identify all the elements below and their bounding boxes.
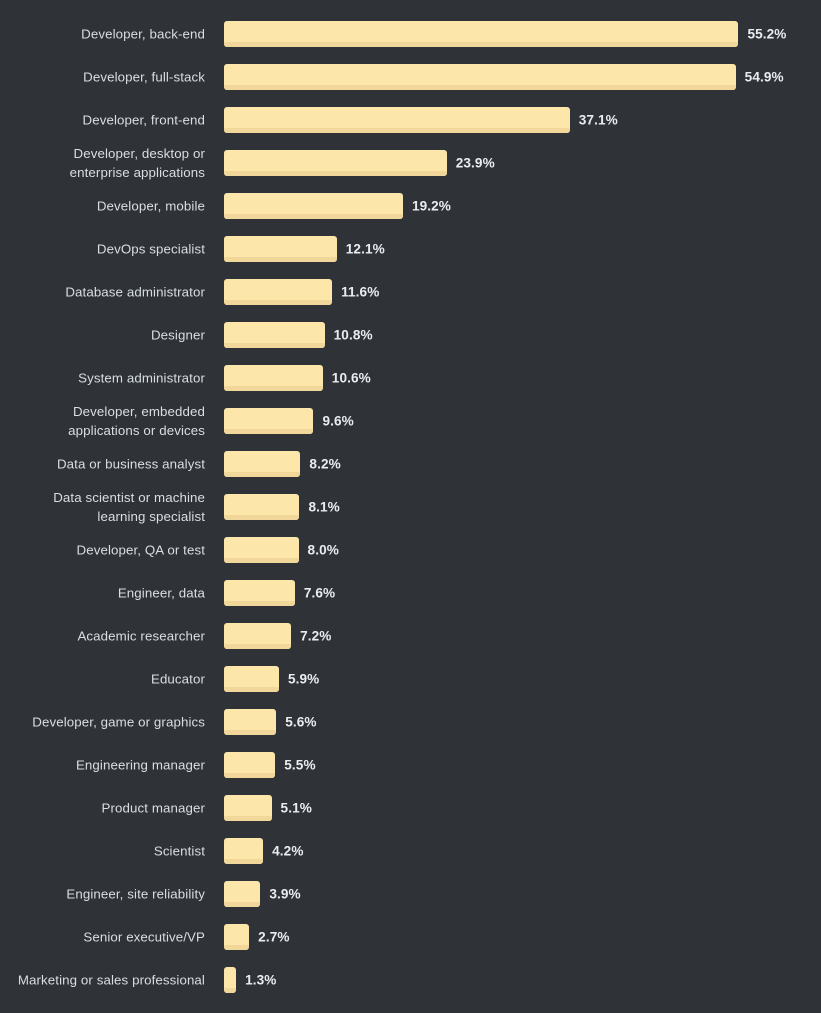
bar-value-label: 3.9% xyxy=(269,886,301,902)
bar[interactable] xyxy=(224,881,261,907)
bar[interactable] xyxy=(224,21,739,47)
bar[interactable] xyxy=(224,279,333,305)
bar-value-label: 7.2% xyxy=(300,628,332,644)
bar-row: Developer, back-end 55.2% xyxy=(0,21,821,47)
category-label: Developer, front-end xyxy=(82,112,205,128)
bar-row: DevOps specialist 12.1% xyxy=(0,236,821,262)
category-label: Product manager xyxy=(101,800,205,816)
bar-value-label: 1.3% xyxy=(245,972,277,988)
category-label: Engineer, site reliability xyxy=(66,886,205,902)
category-label: Data scientist or machine learning speci… xyxy=(53,490,205,524)
bar-row: Data or business analyst 8.2% xyxy=(0,451,821,477)
bar-row: Scientist 4.2% xyxy=(0,838,821,864)
bar[interactable] xyxy=(224,107,570,133)
bar[interactable] xyxy=(224,193,403,219)
bar-row: Educator 5.9% xyxy=(0,666,821,692)
bar-row: Engineer, site reliability 3.9% xyxy=(0,881,821,907)
bar[interactable] xyxy=(224,365,323,391)
bar-value-label: 4.2% xyxy=(272,843,304,859)
bar-row: Engineering manager 5.5% xyxy=(0,752,821,778)
bar-value-label: 10.6% xyxy=(331,370,371,386)
bar[interactable] xyxy=(224,623,292,649)
bar[interactable] xyxy=(224,322,325,348)
bar[interactable] xyxy=(224,838,264,864)
bar-value-label: 37.1% xyxy=(578,112,618,128)
bar-row: Developer, game or graphics 5.6% xyxy=(0,709,821,735)
category-label: Developer, desktop or enterprise applica… xyxy=(69,146,205,180)
bar-value-label: 12.1% xyxy=(345,241,385,257)
bar-value-label: 11.6% xyxy=(341,284,380,300)
category-label: Engineering manager xyxy=(75,757,205,773)
category-label: Developer, QA or test xyxy=(76,542,205,558)
chart-rows-container: Developer, back-end 55.2% Developer, full-… xyxy=(0,0,821,1013)
category-label: Developer, embedded applications or devi… xyxy=(68,404,205,438)
category-label: Developer, game or graphics xyxy=(32,714,205,730)
bar[interactable] xyxy=(224,494,300,520)
bar[interactable] xyxy=(224,924,250,950)
category-label: Designer xyxy=(150,327,205,343)
bar-row: Developer, mobile 19.2% xyxy=(0,193,821,219)
bar-row: Engineer, data 7.6% xyxy=(0,580,821,606)
bar-value-label: 23.9% xyxy=(455,155,495,171)
bar-value-label: 5.1% xyxy=(280,800,312,816)
bar-row: Marketing or sales professional 1.3% xyxy=(0,967,821,993)
horizontal-bar-chart: Developer, back-end 55.2% Developer, full-… xyxy=(0,0,821,1013)
category-label: Engineer, data xyxy=(117,585,205,601)
bar-row: Database administrator 11.6% xyxy=(0,279,821,305)
bar[interactable] xyxy=(224,795,272,821)
bar-value-label: 5.5% xyxy=(284,757,316,773)
bar[interactable] xyxy=(224,580,295,606)
category-label: Educator xyxy=(150,671,205,687)
bar[interactable] xyxy=(224,408,314,434)
bar[interactable] xyxy=(224,752,276,778)
category-label: Academic researcher xyxy=(77,628,205,644)
bar[interactable] xyxy=(224,236,337,262)
category-label: Database administrator xyxy=(65,284,205,300)
bar-row: Developer, embedded applications or devi… xyxy=(0,404,821,438)
bar-row: Data scientist or machine learning speci… xyxy=(0,490,821,524)
bar-value-label: 5.6% xyxy=(285,714,317,730)
bar-value-label: 2.7% xyxy=(258,929,290,945)
bar-row: Developer, front-end 37.1% xyxy=(0,107,821,133)
bar-row: Academic researcher 7.2% xyxy=(0,623,821,649)
bar-value-label: 55.2% xyxy=(747,26,787,42)
bar-value-label: 5.9% xyxy=(287,671,320,687)
category-label: Senior executive/VP xyxy=(83,929,205,945)
bar-value-label: 8.1% xyxy=(308,499,340,515)
bar[interactable] xyxy=(224,967,237,993)
category-label: DevOps specialist xyxy=(96,241,205,257)
category-label: Marketing or sales professional xyxy=(17,972,205,988)
bar-value-label: 9.6% xyxy=(322,413,354,429)
bar-value-label: 7.6% xyxy=(303,585,336,601)
bar-value-label: 19.2% xyxy=(411,198,451,214)
bar-row: Senior executive/VP 2.7% xyxy=(0,924,821,950)
bar-row: Developer, QA or test 8.0% xyxy=(0,537,821,563)
bar[interactable] xyxy=(224,451,301,477)
bar[interactable] xyxy=(224,709,277,735)
category-label: System administrator xyxy=(78,370,205,386)
category-label: Scientist xyxy=(153,843,205,859)
bar-row: Developer, desktop or enterprise applica… xyxy=(0,146,821,180)
bar[interactable] xyxy=(224,150,447,176)
bar-row: Designer 10.8% xyxy=(0,322,821,348)
bar[interactable] xyxy=(224,666,279,692)
bar-row: Developer, full-stack 54.9% xyxy=(0,64,821,90)
bar-value-label: 10.8% xyxy=(333,327,373,343)
bar-value-label: 8.2% xyxy=(309,456,341,472)
bar-value-label: 54.9% xyxy=(744,69,784,85)
bar-row: System administrator 10.6% xyxy=(0,365,821,391)
category-label: Developer, mobile xyxy=(96,198,205,214)
bar-value-label: 8.0% xyxy=(307,542,339,558)
category-label: Developer, full-stack xyxy=(83,69,205,85)
bar-row: Product manager 5.1% xyxy=(0,795,821,821)
category-label: Data or business analyst xyxy=(56,456,205,472)
category-label: Developer, back-end xyxy=(81,26,205,42)
bar[interactable] xyxy=(224,64,736,90)
bar[interactable] xyxy=(224,537,299,563)
